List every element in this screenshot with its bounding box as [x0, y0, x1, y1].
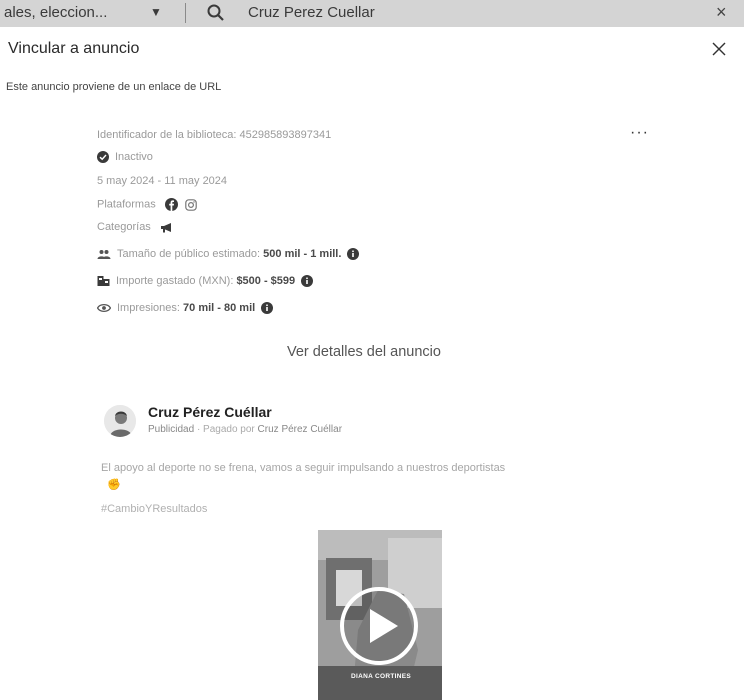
spend-row: Importe gastado (MXN): $500 - $599 [97, 275, 319, 288]
search-input[interactable]: Cruz Perez Cuellar [248, 4, 375, 21]
close-icon[interactable] [712, 42, 726, 56]
chevron-down-icon[interactable]: ▼ [150, 5, 162, 19]
info-icon[interactable] [347, 248, 360, 261]
instagram-icon [185, 198, 197, 211]
paid-by-name[interactable]: Cruz Pérez Cuéllar [258, 424, 342, 435]
profile-photo-icon [104, 405, 136, 437]
categories-label: Categorías [97, 221, 151, 233]
audience-label: Tamaño de público estimado: [117, 248, 261, 260]
modal-title: Vincular a anuncio [8, 40, 140, 57]
search-bar: ales, eleccion... ▼ Cruz Perez Cuellar × [0, 0, 744, 27]
post-text: El apoyo al deporte no se frena, vamos a… [101, 460, 681, 494]
status-text: Inactivo [115, 151, 153, 163]
info-icon[interactable] [261, 302, 274, 315]
platforms-label: Plataformas [97, 198, 156, 211]
hashtag[interactable]: #CambioYResultados [101, 503, 207, 515]
sponsored-line: Publicidad · Pagado por Cruz Pérez Cuéll… [148, 424, 342, 435]
view-ad-details-link[interactable]: Ver detalles del anuncio [287, 344, 441, 360]
impressions-label: Impresiones: [117, 302, 180, 314]
search-icon[interactable] [206, 3, 226, 23]
url-note: Este anuncio proviene de un enlace de UR… [6, 81, 222, 93]
category-filter-value[interactable]: ales, eleccion... [4, 4, 107, 21]
money-icon [97, 276, 110, 287]
megaphone-icon [160, 222, 171, 233]
impressions-value: 70 mil - 80 mil [183, 302, 256, 314]
impressions-row: Impresiones: 70 mil - 80 mil [97, 302, 279, 315]
audience-row: Tamaño de público estimado: 500 mil - 1 … [97, 248, 365, 261]
emoji-icon: ✊ [107, 479, 121, 491]
play-icon[interactable] [338, 585, 420, 667]
audience-value: 500 mil - 1 mill. [263, 248, 342, 260]
post-body: El apoyo al deporte no se frena, vamos a… [101, 462, 506, 474]
status-row: Inactivo [97, 151, 153, 164]
facebook-icon [164, 198, 178, 211]
video-caption: DIANA CORTINES [351, 673, 411, 680]
people-icon [97, 249, 111, 259]
page-name[interactable]: Cruz Pérez Cuéllar [148, 404, 272, 420]
avatar[interactable] [104, 405, 136, 437]
info-icon[interactable] [301, 275, 314, 288]
video-thumbnail[interactable]: DIANA CORTINES [318, 530, 442, 700]
date-range: 5 may 2024 - 11 may 2024 [97, 175, 228, 187]
spend-label: Importe gastado (MXN): [116, 275, 234, 287]
more-options-button[interactable]: ··· [630, 124, 649, 142]
clear-search-icon[interactable]: × [716, 2, 727, 23]
paid-by-label: · Pagado por [196, 424, 255, 435]
categories-row: Categorías [97, 221, 180, 233]
platforms-row: Plataformas [97, 198, 203, 211]
divider [185, 3, 186, 23]
spend-value: $500 - $599 [236, 275, 296, 287]
check-circle-icon [97, 151, 109, 164]
sponsored-label: Publicidad [148, 424, 195, 435]
eye-icon [97, 304, 111, 313]
library-id: Identificador de la biblioteca: 45298589… [97, 129, 332, 141]
